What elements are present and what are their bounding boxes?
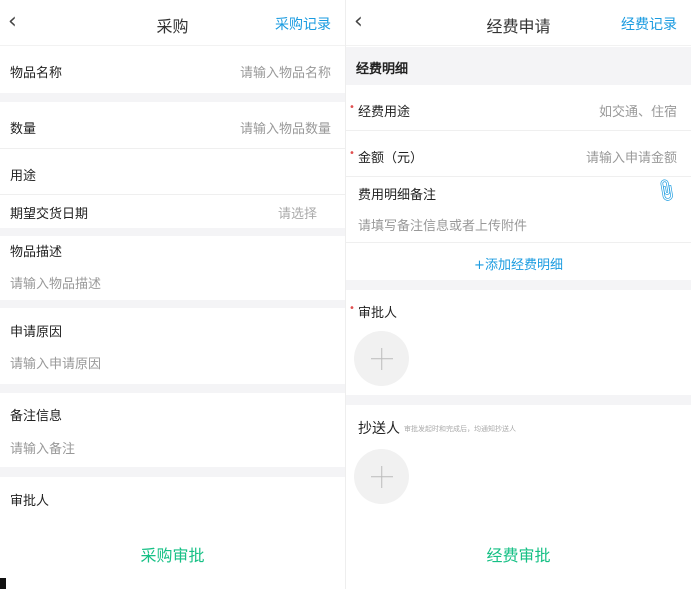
quantity-label: 数量 [10, 122, 37, 137]
divider [0, 467, 345, 477]
required-mark: • [349, 148, 355, 159]
purpose-input[interactable]: 如交通、住宿 [599, 101, 677, 120]
purchase-panel: ‹ 采购 采购记录 物品名称 请输入物品名称 数量 请输入物品数量 用途 期望交… [0, 0, 345, 589]
cc-label: 抄送人 [358, 421, 400, 437]
remark-input[interactable]: 请输入备注 [10, 438, 75, 457]
note-input[interactable]: 请填写备注信息或者上传附件 [358, 215, 527, 234]
purpose-label: 经费用途 [358, 105, 411, 120]
section-header: 经费明细 [346, 47, 691, 85]
divider [0, 228, 345, 236]
divider [346, 176, 691, 177]
expense-header: ‹ 经费申请 经费记录 [346, 0, 691, 46]
expense-record-link[interactable]: 经费记录 [621, 14, 677, 34]
quantity-row[interactable]: 数量 请输入物品数量 [0, 102, 345, 148]
required-mark: • [349, 102, 355, 113]
delivery-date-row[interactable]: 期望交货日期 请选择 [0, 195, 345, 228]
divider [346, 395, 691, 405]
divider [346, 242, 691, 243]
purchase-header: ‹ 采购 采购记录 [0, 0, 345, 46]
divider [0, 384, 345, 393]
purchase-record-link[interactable]: 采购记录 [275, 14, 331, 34]
purpose-row[interactable]: • 经费用途 如交通、住宿 [346, 85, 691, 130]
description-input[interactable]: 请输入物品描述 [10, 273, 101, 292]
required-mark: • [349, 303, 355, 314]
amount-row[interactable]: • 金额（元） 请输入申请金额 [346, 131, 691, 176]
amount-input[interactable]: 请输入申请金额 [586, 147, 677, 166]
amount-label: 金额（元） [358, 151, 424, 166]
divider [0, 300, 345, 308]
expense-approve-button[interactable]: 经费审批 [346, 542, 691, 566]
section-title: 经费明细 [356, 62, 409, 77]
description-label: 物品描述 [10, 245, 63, 260]
approver-label: 审批人 [358, 306, 398, 321]
item-name-row[interactable]: 物品名称 请输入物品名称 [0, 47, 345, 93]
item-name-input[interactable]: 请输入物品名称 [240, 62, 331, 81]
divider [0, 93, 345, 102]
remark-label: 备注信息 [10, 409, 63, 424]
expense-panel: ‹ 经费申请 经费记录 经费明细 • 经费用途 如交通、住宿 • 金额（元） 请… [346, 0, 691, 589]
add-cc-button[interactable] [354, 449, 409, 504]
usage-label: 用途 [10, 169, 37, 184]
delivery-date-picker[interactable]: 请选择 [278, 203, 317, 222]
cc-hint: 审批发起时和完成后，均通知抄送人 [404, 425, 516, 433]
delivery-date-label: 期望交货日期 [10, 207, 89, 222]
reason-label: 申请原因 [10, 325, 63, 340]
paperclip-icon[interactable]: 📎︎ [652, 177, 681, 206]
note-label: 费用明细备注 [358, 188, 437, 203]
add-approver-button[interactable] [354, 331, 409, 386]
divider [346, 280, 691, 290]
add-detail-button[interactable]: +添加经费明细 [346, 254, 691, 273]
item-name-label: 物品名称 [10, 66, 63, 81]
reason-input[interactable]: 请输入申请原因 [10, 353, 101, 372]
usage-row[interactable]: 用途 [0, 149, 345, 194]
quantity-input[interactable]: 请输入物品数量 [240, 118, 331, 137]
cursor-mark [0, 578, 6, 589]
approver-label: 审批人 [10, 494, 50, 509]
purchase-approve-button[interactable]: 采购审批 [0, 542, 345, 566]
